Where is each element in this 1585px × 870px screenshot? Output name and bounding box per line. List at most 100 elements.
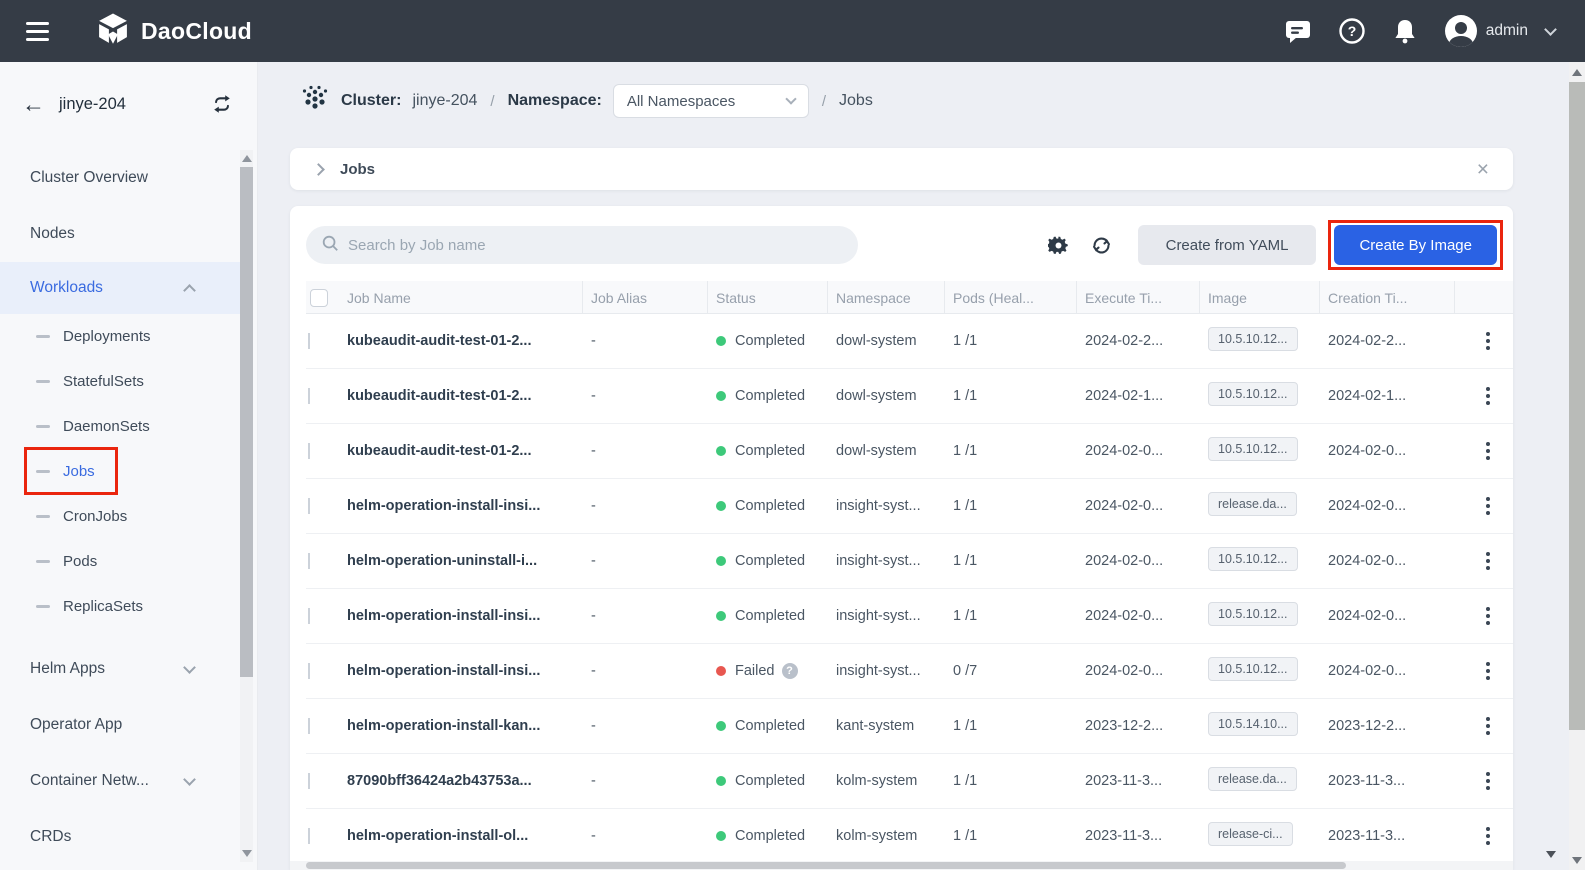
column-image[interactable]: Image (1200, 281, 1320, 314)
status-text: Completed (735, 388, 805, 404)
sidebar-item-nodes[interactable]: Nodes (0, 206, 240, 262)
user-menu[interactable]: admin (1445, 15, 1528, 47)
scroll-down-arrow-icon[interactable] (242, 850, 252, 857)
scroll-down-arrow-icon[interactable] (1546, 851, 1556, 858)
column-status[interactable]: Status (708, 281, 828, 314)
tab-bar: Jobs × (290, 148, 1513, 190)
namespace: kolm-system (828, 773, 945, 789)
close-icon[interactable]: × (1477, 159, 1489, 180)
job-alias: - (583, 773, 708, 789)
bell-icon[interactable] (1393, 18, 1417, 44)
message-icon[interactable] (1285, 19, 1311, 43)
sidebar-item-jobs[interactable]: Jobs (0, 449, 240, 494)
table-row: kubeaudit-audit-test-01-2... - Completed… (306, 369, 1513, 424)
kebab-menu-icon[interactable] (1463, 493, 1513, 519)
image-chip: release.da... (1208, 767, 1297, 791)
row-checkbox[interactable] (308, 773, 310, 789)
kebab-menu-icon[interactable] (1463, 383, 1513, 409)
job-name[interactable]: 87090bff36424a2b43753a... (344, 773, 583, 789)
sidebar-item-workloads[interactable]: Workloads (0, 262, 240, 314)
page-scrollbar[interactable] (1569, 62, 1585, 870)
sidebar-item-operator-app[interactable]: Operator App (0, 697, 240, 753)
horizontal-scrollbar-thumb[interactable] (306, 862, 1346, 869)
search-input[interactable] (348, 237, 843, 254)
job-name[interactable]: helm-operation-install-insi... (344, 663, 583, 679)
status-dot (716, 666, 726, 676)
sidebar: ← jinye-204 Cluster Overview Nodes Workl… (0, 62, 258, 870)
column-pods[interactable]: Pods (Heal... (945, 281, 1077, 314)
sidebar-item-pods[interactable]: Pods (0, 539, 240, 584)
chevron-down-icon (183, 661, 196, 674)
horizontal-scrollbar[interactable] (290, 861, 1513, 870)
kebab-menu-icon[interactable] (1463, 548, 1513, 574)
scroll-up-arrow-icon[interactable] (1572, 69, 1582, 76)
row-checkbox[interactable] (308, 333, 310, 349)
kebab-menu-icon[interactable] (1463, 603, 1513, 629)
create-from-yaml-button[interactable]: Create from YAML (1138, 225, 1317, 265)
failed-help-icon[interactable]: ? (782, 663, 798, 679)
status-cell: Completed (708, 608, 828, 624)
row-checkbox[interactable] (308, 443, 310, 459)
menu-toggle-icon[interactable] (26, 22, 49, 41)
namespace-select[interactable]: All Namespaces (613, 84, 809, 118)
cluster-value[interactable]: jinye-204 (412, 92, 477, 110)
sidebar-scrollbar[interactable] (240, 150, 253, 862)
job-name[interactable]: kubeaudit-audit-test-01-2... (344, 333, 583, 349)
row-checkbox[interactable] (308, 828, 310, 844)
job-name[interactable]: helm-operation-install-kan... (344, 718, 583, 734)
back-arrow-icon[interactable]: ← (22, 93, 45, 116)
sidebar-item-daemonsets[interactable]: DaemonSets (0, 404, 240, 449)
kebab-menu-icon[interactable] (1463, 823, 1513, 849)
image-chip: 10.5.10.12... (1208, 437, 1298, 461)
job-name[interactable]: kubeaudit-audit-test-01-2... (344, 388, 583, 404)
username: admin (1486, 22, 1528, 40)
row-checkbox[interactable] (308, 553, 310, 569)
switch-cluster-icon[interactable] (211, 93, 233, 115)
column-job-name[interactable]: Job Name (344, 281, 583, 314)
job-name[interactable]: helm-operation-uninstall-i... (344, 553, 583, 569)
gear-icon[interactable] (1048, 235, 1069, 256)
row-checkbox[interactable] (308, 718, 310, 734)
kebab-menu-icon[interactable] (1463, 713, 1513, 739)
column-job-alias[interactable]: Job Alias (583, 281, 708, 314)
kebab-menu-icon[interactable] (1463, 438, 1513, 464)
column-execute-time[interactable]: Execute Ti... (1077, 281, 1200, 314)
user-chevron-down-icon[interactable] (1546, 29, 1555, 34)
sidebar-item-container-network[interactable]: Container Netw... (0, 753, 240, 809)
job-name[interactable]: helm-operation-install-ol... (344, 828, 583, 844)
scroll-down-arrow-icon[interactable] (1572, 857, 1582, 864)
brand-logo[interactable]: DaoCloud (95, 11, 252, 52)
sidebar-scrollbar-thumb[interactable] (240, 167, 253, 677)
tab-jobs[interactable]: Jobs (340, 161, 375, 178)
sidebar-item-statefulsets[interactable]: StatefulSets (0, 359, 240, 404)
help-icon[interactable]: ? (1339, 18, 1365, 44)
kebab-menu-icon[interactable] (1463, 768, 1513, 794)
scroll-up-arrow-icon[interactable] (242, 155, 252, 162)
create-by-image-button[interactable]: Create By Image (1334, 225, 1497, 265)
sidebar-item-cluster-overview[interactable]: Cluster Overview (0, 150, 240, 206)
sidebar-item-deployments[interactable]: Deployments (0, 314, 240, 359)
job-name[interactable]: kubeaudit-audit-test-01-2... (344, 443, 583, 459)
sidebar-item-cronjobs[interactable]: CronJobs (0, 494, 240, 539)
refresh-icon[interactable] (1091, 235, 1112, 256)
job-alias: - (583, 443, 708, 459)
job-name[interactable]: helm-operation-install-insi... (344, 608, 583, 624)
sidebar-item-replicasets[interactable]: ReplicaSets (0, 584, 240, 629)
select-all-checkbox[interactable] (310, 289, 328, 307)
row-checkbox[interactable] (308, 498, 310, 514)
pods-count: 1 /1 (945, 333, 1077, 349)
job-name[interactable]: helm-operation-install-insi... (344, 498, 583, 514)
sidebar-item-crds[interactable]: CRDs (0, 809, 240, 865)
daocloud-logo-icon (95, 11, 131, 52)
row-checkbox[interactable] (308, 388, 310, 404)
page-scrollbar-thumb[interactable] (1569, 82, 1585, 730)
row-checkbox[interactable] (308, 663, 310, 679)
kebab-menu-icon[interactable] (1463, 658, 1513, 684)
execute-time: 2024-02-0... (1077, 663, 1200, 679)
column-creation-time[interactable]: Creation Ti... (1320, 281, 1455, 314)
kebab-menu-icon[interactable] (1463, 328, 1513, 354)
column-namespace[interactable]: Namespace (828, 281, 945, 314)
sidebar-item-helm-apps[interactable]: Helm Apps (0, 641, 240, 697)
chevron-right-icon[interactable] (312, 163, 325, 176)
row-checkbox[interactable] (308, 608, 310, 624)
